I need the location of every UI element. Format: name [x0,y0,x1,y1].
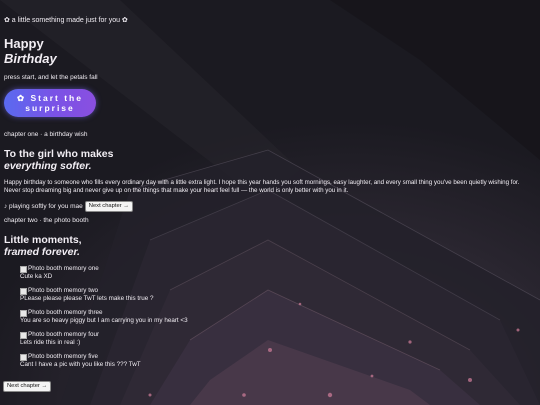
photo-caption: PLease please please TwT lets make this … [20,295,154,302]
broken-image-icon [20,265,27,273]
chapter-one-title: To the girl who makes everything softer. [4,148,114,172]
photo-caption: Cute ka XD [20,273,53,280]
broken-image-icon [20,331,27,339]
page-content: ✿ a little something made just for you ✿… [0,0,540,405]
chapter-two-title-line1: Little moments, [4,234,82,246]
photo-caption: Lets ride this in real :) [20,339,81,346]
photo-caption: You are so heavy piggy but I am carrying… [20,317,188,324]
photo-memory-image: Photo booth memory three [20,309,188,317]
photo-memory-card: Photo booth memory two PLease please ple… [20,287,153,303]
chapter-two-title-line2: framed forever. [4,246,80,258]
photo-alt-text: Photo booth memory five [28,353,99,360]
tagline: ✿ a little something made just for you ✿ [4,17,128,24]
next-chapter-wrap: Next chapter → [3,374,52,392]
broken-image-icon [20,309,27,317]
chapter-one-title-line1: To the girl who makes [4,148,114,160]
photo-memory-image: Photo booth memory two [20,287,153,295]
photo-alt-text: Photo booth memory one [28,265,99,272]
photo-memory-image: Photo booth memory five [20,353,141,361]
birthday-message: Happy birthday to someone who fills ever… [4,179,520,194]
hero-title-line1: Happy [4,36,44,51]
broken-image-icon [20,287,27,295]
playing-text: ♪ playing softly for you mae [4,203,83,210]
photo-alt-text: Photo booth memory two [28,287,99,294]
hero-title: Happy Birthday [4,36,57,66]
start-surprise-button[interactable]: ✿ Start the surprise [4,89,96,117]
chapter-two-title: Little moments, framed forever. [4,234,82,258]
photo-memory-card: Photo booth memory one Cute ka XD [20,265,99,281]
photo-alt-text: Photo booth memory four [28,331,100,338]
music-status: ♪ playing softly for you mae Next chapte… [4,201,134,212]
next-chapter-button[interactable]: Next chapter → [3,381,52,392]
hero-subtitle: press start, and let the petals fall [4,74,98,81]
photo-alt-text: Photo booth memory three [28,309,103,316]
photo-caption: Cant I have a pic with you like this ???… [20,361,141,368]
broken-image-icon [20,353,27,361]
chapter-one-label: chapter one · a birthday wish [4,131,88,138]
photo-memory-card: Photo booth memory three You are so heav… [20,309,188,325]
photo-memory-card: Photo booth memory five Cant I have a pi… [20,353,141,369]
photo-memory-image: Photo booth memory four [20,331,99,339]
photo-memory-image: Photo booth memory one [20,265,99,273]
hero-title-line2: Birthday [4,51,57,66]
photo-memory-card: Photo booth memory four Lets ride this i… [20,331,99,347]
chapter-one-title-line2: everything softer. [4,160,92,172]
chapter-two-label: chapter two · the photo booth [4,217,89,224]
next-chapter-button[interactable]: Next chapter → [84,201,134,212]
